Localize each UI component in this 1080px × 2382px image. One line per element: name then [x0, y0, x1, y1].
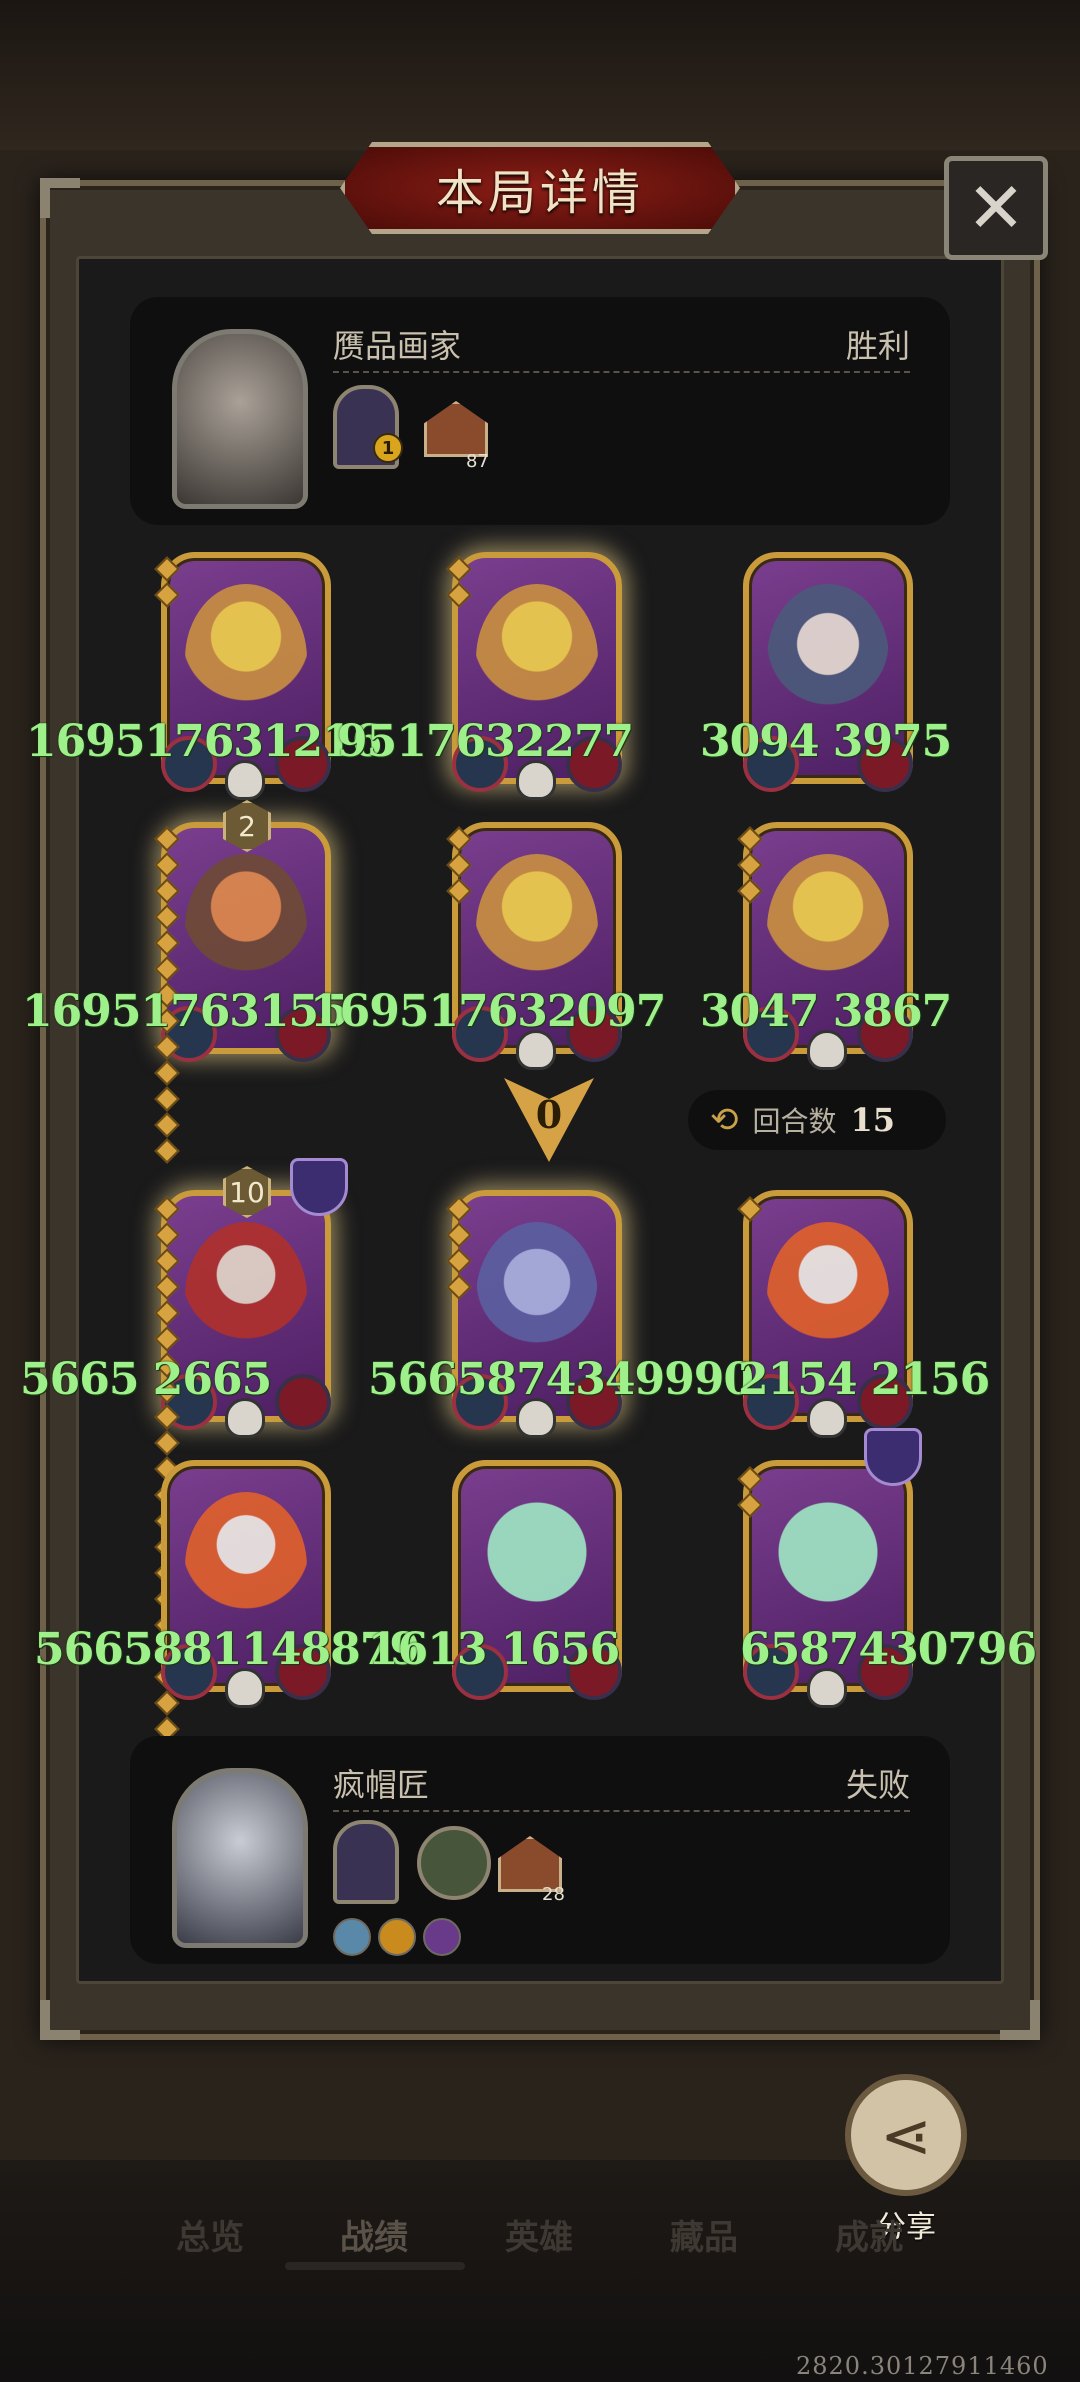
round-counter: ⟲ 回合数 15: [688, 1090, 946, 1150]
demon-art: [767, 584, 889, 734]
tab-achievements[interactable]: 成就: [835, 2210, 903, 2259]
card-stat-overlay: 3047 3867: [700, 986, 952, 1037]
house-count: 87: [466, 451, 489, 472]
round-label: 回合数: [752, 1105, 837, 1138]
winner-panel: 赝品画家 胜利 1 87: [130, 297, 950, 525]
dialog-title: 本局详情: [435, 165, 644, 221]
card-stat-overlay: 1613 1656: [368, 1624, 620, 1675]
close-button[interactable]: ✕: [944, 156, 1048, 260]
loser-avatar[interactable]: [172, 1768, 308, 1948]
bird-skill-icon[interactable]: [378, 1918, 416, 1956]
card-stat-overlay: 9517632277: [337, 716, 634, 767]
top-hat-icon: [864, 1428, 922, 1486]
ghost-cat-art: [767, 1492, 889, 1642]
sword-skill-icon[interactable]: [333, 1918, 371, 1956]
divider-line: [333, 1810, 910, 1812]
background-top: [0, 0, 1080, 150]
turn-marker-number: 0: [535, 1092, 563, 1137]
pinocchio-art: [476, 584, 598, 734]
clown-art: [185, 1492, 307, 1642]
share-icon: ⋖: [880, 2098, 932, 2172]
cycle-icon: ⟲: [710, 1100, 739, 1140]
house-icon: [424, 401, 488, 457]
card-stat-overlay: 3094 3975: [700, 716, 952, 767]
archer-art: [185, 854, 307, 1004]
close-icon: ✕: [966, 167, 1026, 249]
health-stat: [275, 1374, 331, 1430]
dragon-art: [476, 1222, 598, 1372]
house-count: 28: [542, 1884, 565, 1905]
tab-overview[interactable]: 总览: [176, 2210, 244, 2259]
winner-result: 胜利: [845, 327, 910, 365]
winner-name: 赝品画家: [333, 327, 462, 365]
buff-markers: [154, 556, 180, 612]
card-stat-overlay: 5665 2665: [20, 1354, 272, 1405]
gear-skill-icon[interactable]: [423, 1918, 461, 1956]
winner-avatar[interactable]: [172, 329, 308, 509]
item-badge: 1: [373, 433, 403, 463]
share-button[interactable]: ⋖: [845, 2074, 967, 2196]
assassin-art: [185, 1222, 307, 1372]
divider-line: [333, 371, 910, 373]
pinocchio-art: [185, 584, 307, 734]
active-tab-indicator: [285, 2262, 465, 2270]
tab-record[interactable]: 战绩: [340, 2210, 408, 2259]
tab-collection[interactable]: 藏品: [670, 2210, 738, 2259]
tab-heroes[interactable]: 英雄: [505, 2210, 573, 2259]
pinocchio-art: [767, 854, 889, 1004]
buff-markers: [446, 1196, 472, 1304]
coordinate-readout: 2820.30127911460: [796, 2352, 1049, 2380]
title-plate: 本局详情: [340, 142, 740, 234]
gift-item-icon[interactable]: [417, 1826, 491, 1900]
buff-markers: [737, 1466, 763, 1522]
card-stat-overlay: 16951763155: [22, 986, 349, 1037]
buff-markers: [446, 826, 472, 908]
buff-markers: [737, 826, 763, 908]
loser-result: 失败: [845, 1766, 910, 1804]
buff-markers: [737, 1196, 763, 1226]
round-value: 15: [850, 1101, 896, 1139]
card-stat-overlay: 169517631216: [26, 716, 382, 767]
clown-art: [767, 1222, 889, 1372]
card-stat-overlay: 2154 2156: [738, 1354, 990, 1405]
loser-panel: 疯帽匠 失败 28: [130, 1736, 950, 1964]
card-stat-overlay: 5665881148879: [34, 1624, 420, 1675]
hero-item-icon[interactable]: [333, 1820, 399, 1904]
card-stat-overlay: 6587430796: [740, 1624, 1037, 1675]
buff-markers: [446, 556, 472, 612]
top-hat-icon: [290, 1158, 348, 1216]
card-stat-overlay: 5665874349990: [368, 1354, 754, 1405]
ghost-cat-art: [476, 1492, 598, 1642]
pinocchio-art: [476, 854, 598, 1004]
card-stat-overlay: 169517632097: [310, 986, 666, 1037]
loser-name: 疯帽匠: [333, 1766, 430, 1804]
